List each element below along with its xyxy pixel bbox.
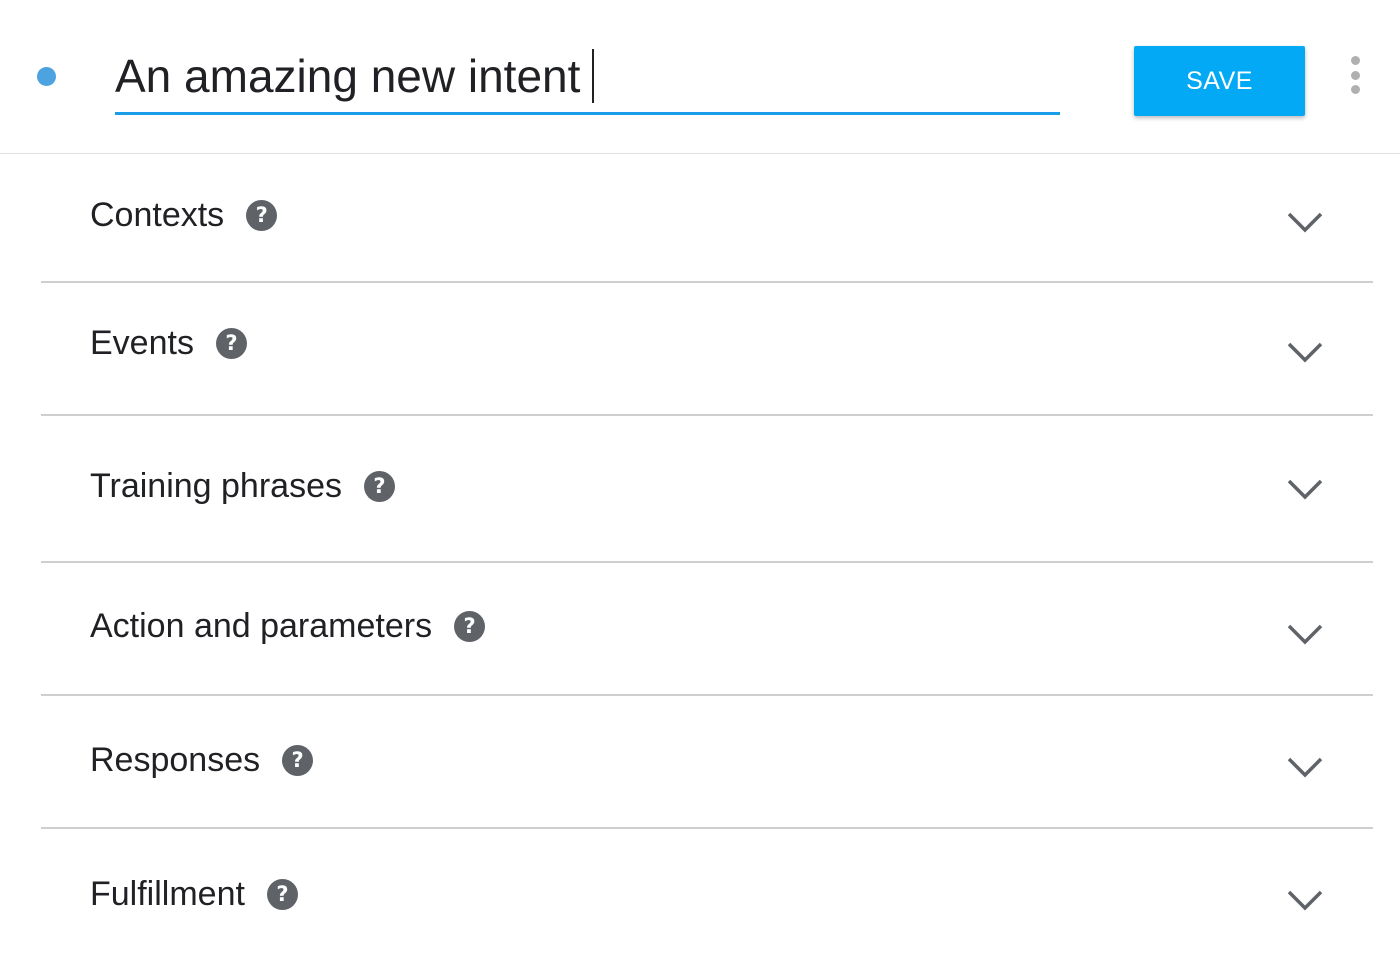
more-dot — [1350, 56, 1360, 65]
intent-header: An amazing new intent SAVE — [0, 0, 1400, 154]
status-dot — [37, 67, 56, 86]
help-icon[interactable]: ? — [454, 610, 486, 642]
section-label: Fulfillment — [90, 875, 245, 913]
section-label: Responses — [90, 741, 261, 779]
help-icon[interactable]: ? — [363, 470, 395, 502]
more-dot — [1350, 85, 1360, 94]
chevron-down-icon[interactable] — [1285, 340, 1325, 366]
section-action-and-parameters[interactable]: Action and parameters ? — [41, 563, 1373, 696]
help-icon[interactable]: ? — [282, 744, 314, 776]
section-label: Events — [90, 324, 194, 362]
chevron-down-icon[interactable] — [1285, 888, 1325, 914]
chevron-down-icon[interactable] — [1285, 755, 1325, 781]
section-contexts[interactable]: Contexts ? — [41, 155, 1373, 283]
section-training-phrases[interactable]: Training phrases ? — [41, 416, 1373, 563]
intent-name-input[interactable]: An amazing new intent — [115, 48, 580, 104]
section-fulfillment[interactable]: Fulfillment ? — [41, 829, 1373, 969]
chevron-down-icon[interactable] — [1285, 622, 1325, 648]
intent-sections: Contexts ? Events ? Training phrases ? A… — [41, 155, 1373, 969]
section-label: Training phrases — [90, 467, 342, 505]
more-vert-icon[interactable] — [1340, 56, 1370, 94]
chevron-down-icon[interactable] — [1285, 477, 1325, 503]
section-responses[interactable]: Responses ? — [41, 696, 1373, 829]
save-button[interactable]: SAVE — [1134, 46, 1305, 116]
help-icon[interactable]: ? — [215, 327, 247, 359]
more-dot — [1350, 70, 1360, 80]
text-caret — [592, 49, 595, 103]
chevron-down-icon[interactable] — [1285, 210, 1325, 236]
section-events[interactable]: Events ? — [41, 283, 1373, 416]
help-icon[interactable]: ? — [246, 199, 278, 231]
section-label: Contexts — [90, 196, 225, 234]
intent-name-field[interactable]: An amazing new intent — [115, 40, 1060, 115]
help-icon[interactable]: ? — [266, 878, 298, 910]
section-label: Action and parameters — [90, 607, 433, 645]
